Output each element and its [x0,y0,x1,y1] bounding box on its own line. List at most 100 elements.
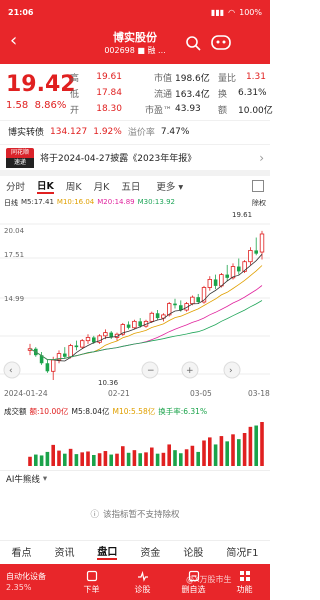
volume-label[interactable]: 成交额 [4,406,27,418]
rights-label[interactable]: 除权 [252,198,266,210]
volume-ma10: M10:5.58亿 [112,407,156,416]
chevron-down-icon: ▾ [42,473,48,484]
candle-body [138,321,142,327]
volume-bar [126,452,131,466]
quote-value: 19.61 [96,72,122,82]
volume-bar [260,422,264,466]
quote-label: 市值 [153,73,172,84]
candle-body [132,320,137,329]
volume-bar [242,433,247,466]
volume-bar [248,426,253,466]
quote-label: 低 [70,89,80,100]
grid-icon [239,570,250,581]
tab-monthly[interactable]: 月K [94,179,110,193]
tab-more-label: 更多 [156,182,176,193]
price-change: 1.58 8.86% [6,100,66,111]
search-icon[interactable] [184,34,202,52]
signal-icon: ▮▮▮ [210,7,225,17]
volume-svg [28,422,264,466]
ai-indicator-label: AI牛熊线 [6,474,40,485]
date-label: 2024-01-24 [4,389,48,398]
volume-bar [161,452,166,466]
volume-ma5: M5:8.04亿 [71,407,110,416]
candle-body [219,274,224,287]
candle-body [74,345,79,348]
tab-highlights[interactable]: 看点 [11,544,31,559]
volume-bar [92,455,96,466]
candle-body [248,250,253,263]
assistant-icon[interactable] [210,32,232,52]
fullscreen-icon[interactable] [252,180,264,192]
volume-bar [86,451,90,466]
tab-discussion[interactable]: 论股 [183,544,203,559]
kline-chart[interactable]: 20.04 17.51 14.99 19.61 10.36 ‹ − + › [0,210,270,388]
volume-bar [138,453,142,466]
quote-row: 高 19.61 市值 198.6亿 量比 1.31 [70,69,266,85]
kline-svg[interactable]: 20.04 17.51 14.99 19.61 10.36 ‹ − + › [0,210,270,388]
order-label: 下单 [83,584,100,594]
tab-five-day[interactable]: 五日 [121,179,140,193]
sector-info[interactable]: 自动化设备 2.35% [0,571,66,593]
candle-body [213,279,218,286]
tab-minute[interactable]: 分时 [6,179,25,193]
tab-orderbook[interactable]: 盘口 [97,543,118,560]
status-icons: ▮▮▮ ◠ 100% [211,8,262,17]
diagnose-button[interactable]: 诊股 [117,570,168,595]
ai-empty-state: ⓘ 该指标暂不支持除权 [0,492,270,536]
volume-bar [184,449,189,466]
status-time: 21:06 [8,7,34,17]
tab-weekly[interactable]: 周K [66,179,82,193]
battery-label: 100% [239,7,262,17]
volume-bar [208,437,212,466]
news-logo: 同花顺 速递 [6,147,34,168]
notice-text: 将于2024-04-27披露《2023年年报》 [40,154,197,164]
candle-body [149,312,154,322]
volume-bar [196,451,200,466]
tab-news[interactable]: 资讯 [54,544,74,559]
ai-indicator-row[interactable]: AI牛熊线 ▾ [0,470,270,486]
status-bar: 21:06 ▮▮▮ ◠ 100% [0,0,270,24]
order-button[interactable]: 下单 [66,570,117,595]
tab-funds[interactable]: 资金 [140,544,160,559]
scroll-right-icon: › [229,366,233,376]
volume-bar [80,452,84,466]
date-label: 02-21 [108,389,130,398]
ai-empty-text: 该指标暂不支持除权 [103,510,180,520]
period-tabs: 分时 日K 周K 月K 五日 更多 ▾ [0,176,270,196]
change-value: 1.58 [6,100,29,111]
y-axis-top: 20.04 [4,227,25,235]
volume-bar [237,439,241,466]
ma-legend: 日线 M5:17.41 M10:16.04 M20:14.89 M30:13.9… [0,198,270,210]
chevron-right-icon: › [259,150,264,165]
volume-bar [63,453,67,466]
remove-label: 删自选 [181,584,206,594]
tab-more[interactable]: 更多 ▾ [156,179,183,193]
quote-row: 开 18.30 市盈™ 43.93 额 10.00亿 [70,101,273,117]
quote-value: 198.6亿 [175,73,210,84]
quote-value: 1.31 [245,72,266,82]
volume-bar [57,450,61,466]
wifi-icon: ◠ [228,7,236,17]
volume-bar [74,454,79,466]
zoom-in-icon: + [186,366,194,376]
report-notice[interactable]: 同花顺 速递 将于2024-04-27披露《2023年年报》 › [0,144,270,176]
volume-bar [97,453,102,466]
volume-bar [155,453,160,466]
ma5-value: M5:17.41 [21,198,54,206]
volume-bar [144,452,148,466]
tab-daily[interactable]: 日K [37,178,54,194]
volume-bar [150,447,154,466]
candle-body [207,279,212,288]
tab-profile[interactable]: 简况F1 [226,544,258,559]
volume-bar [132,450,137,466]
volume-bar [39,455,44,466]
bond-row[interactable]: 博实转债 134.127 1.92% 溢价率 7.47% [0,120,270,142]
premium-label: 溢价率 [127,128,155,138]
quote-label: 量比 [218,73,237,84]
volume-chart[interactable] [0,418,270,468]
volume-amount: 额:10.00亿 [29,407,69,416]
quote-value: 6.31% [238,88,267,98]
volume-bar [213,444,218,466]
volume-bar [173,450,177,466]
quote-label: 开 [70,105,80,116]
